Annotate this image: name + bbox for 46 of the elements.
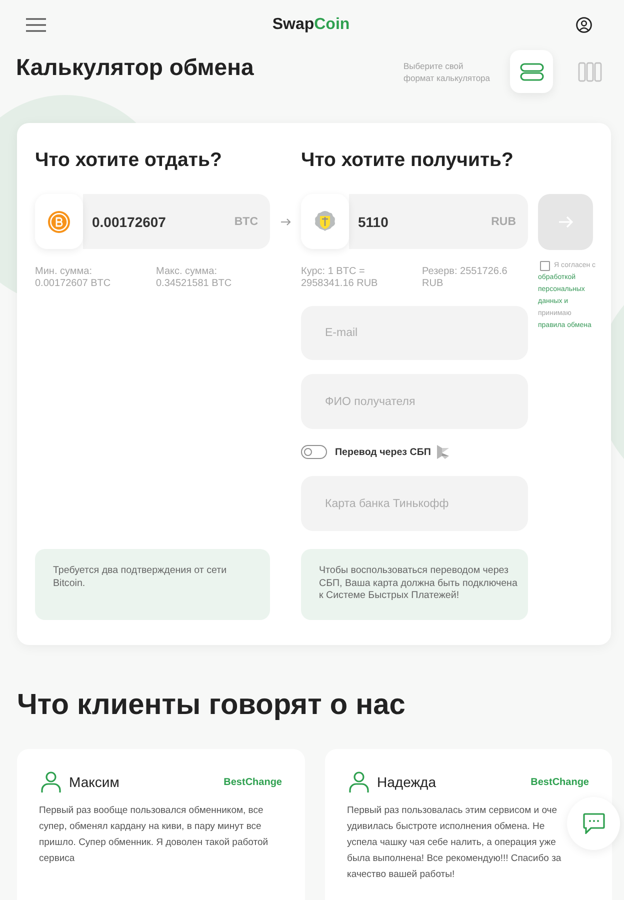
chat-icon xyxy=(582,813,604,834)
input-field[interactable]: ФИО получателя xyxy=(301,374,528,429)
reviewer-name: Максим xyxy=(69,774,120,790)
reviewer-name: Надежда xyxy=(377,774,436,790)
toggle-label: Перевод через СБП xyxy=(335,446,431,458)
format-hint: Выберите свой формат калькулятора xyxy=(403,60,490,84)
currency-tile[interactable] xyxy=(35,194,83,249)
input-field[interactable]: Карта банка Тинькофф xyxy=(301,476,528,531)
amount-field[interactable]: 0.00172607 BTC xyxy=(83,194,270,249)
amount-value: 0.00172607 xyxy=(92,214,166,230)
source-link[interactable]: BestChange xyxy=(530,776,589,788)
amount-value: 5110 xyxy=(358,214,388,230)
arrow-icon xyxy=(558,216,572,228)
currency-tile[interactable] xyxy=(301,194,349,249)
rate-text: Курс: 1 BTC = 2958341.16 RUB xyxy=(301,266,379,290)
coin-icon xyxy=(48,210,70,232)
reviews-title: Что клиенты говорят о нас xyxy=(17,689,406,721)
info-note: Чтобы воспользоваться переводом через СБП, Ваша карта должна быть подключена к Системе Быстрых Платежей! xyxy=(301,549,528,620)
limit-text: Мин. сумма: 0.00172607 BTC xyxy=(35,266,112,290)
source-link[interactable]: BestChange xyxy=(224,776,282,788)
rows-icon xyxy=(520,62,544,80)
user-icon xyxy=(349,771,369,793)
section-title: Что хотите получить? xyxy=(301,149,514,171)
limit-text: Макс. сумма: 0.34521581 BTC xyxy=(156,266,233,290)
review-text: Первый раз вообще пользовался обменником, все супер, обменял кардану на киви, в пару минут все пришло. Супер обменник. Я доволен такой работой сервиса xyxy=(39,804,270,866)
logo[interactable]: SwapCoin xyxy=(272,16,350,34)
format-option-button[interactable] xyxy=(578,60,602,84)
input-field[interactable]: E-mail xyxy=(301,306,528,360)
info-note: Требуется два подтверждения от сети Bitcoin. xyxy=(35,549,270,620)
arrow-icon xyxy=(280,218,290,226)
rate-text: Резерв: 2551726.6 RUB xyxy=(422,266,508,290)
triangles-icon xyxy=(436,445,449,459)
columns-icon xyxy=(578,62,602,82)
account-icon[interactable] xyxy=(576,17,592,33)
review-text: Первый раз пользовалась этим сервисом и оче удивилась быстроте исполнения обмена. Не успела чашку чая себе налить, а операция уже была выполнена! Все рекомендую!!! Спасибо за качество вашей работы! xyxy=(347,804,562,882)
consent-checkbox[interactable] xyxy=(540,261,550,271)
emblem-icon xyxy=(313,210,337,234)
menu-icon[interactable] xyxy=(26,18,46,32)
section-title: Что хотите отдать? xyxy=(35,149,223,171)
page-title: Калькулятор обмена xyxy=(16,53,254,82)
user-icon xyxy=(41,771,61,793)
currency-code: BTC xyxy=(234,216,258,228)
currency-code: RUB xyxy=(491,216,516,228)
amount-field[interactable]: 5110 RUB xyxy=(349,194,528,249)
sbp-toggle[interactable] xyxy=(301,445,327,459)
format-option-button[interactable] xyxy=(510,50,553,93)
